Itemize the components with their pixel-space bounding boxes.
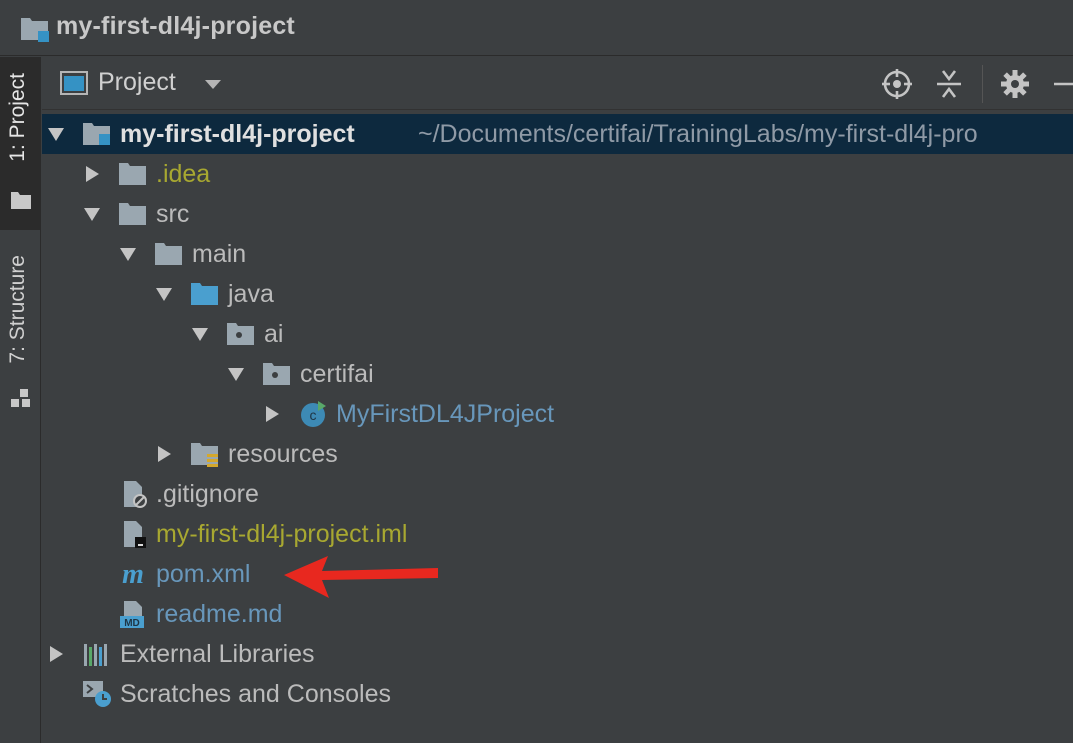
tree-row-iml[interactable]: my-first-dl4j-project.iml xyxy=(42,514,1073,554)
svg-text:MD: MD xyxy=(124,618,140,628)
package-icon xyxy=(263,363,290,385)
tree-item-label: readme.md xyxy=(156,600,283,628)
tree-row-class[interactable]: c MyFirstDL4JProject xyxy=(42,394,1073,434)
scratches-icon xyxy=(83,681,111,707)
tree-row-src[interactable]: src xyxy=(42,194,1073,234)
tree-item-label: main xyxy=(192,240,247,268)
structure-icon xyxy=(11,389,30,407)
libraries-icon xyxy=(84,644,107,666)
ignore-file-icon xyxy=(124,481,147,508)
tree-row-gitignore[interactable]: .gitignore xyxy=(42,474,1073,514)
tree-item-label: resources xyxy=(228,440,338,468)
tree-item-label: certifai xyxy=(300,360,374,388)
tab-structure[interactable]: 7: Structure xyxy=(0,247,40,417)
resources-folder-icon xyxy=(191,443,218,467)
minimize-icon[interactable] xyxy=(1050,67,1073,101)
view-selector-label[interactable]: Project xyxy=(98,68,176,97)
svg-text:m: m xyxy=(122,560,144,588)
maven-icon: m xyxy=(122,560,144,588)
tree-row-pom[interactable]: m pom.xml xyxy=(42,554,1073,594)
tree-row-root[interactable]: my-first-dl4j-project ~/Documents/certif… xyxy=(42,114,1073,154)
tree-row-certifai[interactable]: certifai xyxy=(42,354,1073,394)
expanded-arrow-icon[interactable] xyxy=(84,206,100,222)
java-class-icon: c xyxy=(301,401,326,427)
project-folder-icon xyxy=(21,18,49,42)
tree-item-label: ai xyxy=(264,320,284,348)
tree-row-main[interactable]: main xyxy=(42,234,1073,274)
gear-icon[interactable] xyxy=(998,67,1032,101)
title-bar: my-first-dl4j-project xyxy=(0,0,1073,56)
tree-item-label: .gitignore xyxy=(156,480,259,508)
folder-icon xyxy=(155,243,182,265)
toolbar-divider xyxy=(982,65,983,103)
tree-row-external-libraries[interactable]: External Libraries xyxy=(42,634,1073,674)
collapsed-arrow-icon[interactable] xyxy=(84,166,100,182)
tree-item-label: src xyxy=(156,200,190,228)
tree-item-label: Scratches and Consoles xyxy=(120,680,391,708)
window-title: my-first-dl4j-project xyxy=(56,12,295,40)
tree-root-label: my-first-dl4j-project xyxy=(120,120,355,148)
folder-icon xyxy=(119,203,146,225)
package-icon xyxy=(227,323,254,345)
expanded-arrow-icon[interactable] xyxy=(120,246,136,262)
expanded-arrow-icon[interactable] xyxy=(48,126,64,142)
project-view-icon xyxy=(60,71,88,95)
tree-row-idea[interactable]: .idea xyxy=(42,154,1073,194)
tree-root-path: ~/Documents/certifai/TrainingLabs/my-fir… xyxy=(418,120,978,148)
tree-item-label: External Libraries xyxy=(120,640,315,668)
markdown-file-icon: MD xyxy=(120,601,144,628)
folder-icon xyxy=(11,192,31,209)
project-toolbar: Project xyxy=(42,57,1073,110)
tab-project-label: 1: Project xyxy=(6,73,29,162)
collapsed-arrow-icon[interactable] xyxy=(48,646,64,662)
collapse-all-icon[interactable] xyxy=(932,67,966,101)
module-folder-icon xyxy=(83,123,110,145)
tree-item-label: .idea xyxy=(156,160,211,188)
tree-item-label: MyFirstDL4JProject xyxy=(336,400,555,428)
tree-row-ai[interactable]: ai xyxy=(42,314,1073,354)
folder-icon xyxy=(119,163,146,185)
annotation-arrow xyxy=(284,556,438,598)
tab-structure-label: 7: Structure xyxy=(6,255,29,364)
tree-row-scratches[interactable]: Scratches and Consoles xyxy=(42,674,1073,714)
expanded-arrow-icon[interactable] xyxy=(156,286,172,302)
tree-item-label: my-first-dl4j-project.iml xyxy=(156,520,408,548)
iml-file-icon xyxy=(124,521,146,548)
project-tree: my-first-dl4j-project ~/Documents/certif… xyxy=(42,114,1073,743)
tree-row-resources[interactable]: resources xyxy=(42,434,1073,474)
tree-row-java[interactable]: java xyxy=(42,274,1073,314)
tree-row-readme[interactable]: MD readme.md xyxy=(42,594,1073,634)
tree-item-label: java xyxy=(228,280,274,308)
expanded-arrow-icon[interactable] xyxy=(192,326,208,342)
locate-icon[interactable] xyxy=(880,67,914,101)
tool-window-strip: 1: Project 7: Structure xyxy=(0,57,41,743)
chevron-down-icon[interactable] xyxy=(204,79,222,91)
collapsed-arrow-icon[interactable] xyxy=(156,446,172,462)
source-folder-icon xyxy=(191,283,218,305)
collapsed-arrow-icon[interactable] xyxy=(264,406,280,422)
expanded-arrow-icon[interactable] xyxy=(228,366,244,382)
tree-item-label: pom.xml xyxy=(156,560,251,588)
svg-text:c: c xyxy=(310,407,317,423)
tab-project[interactable]: 1: Project xyxy=(0,57,40,230)
